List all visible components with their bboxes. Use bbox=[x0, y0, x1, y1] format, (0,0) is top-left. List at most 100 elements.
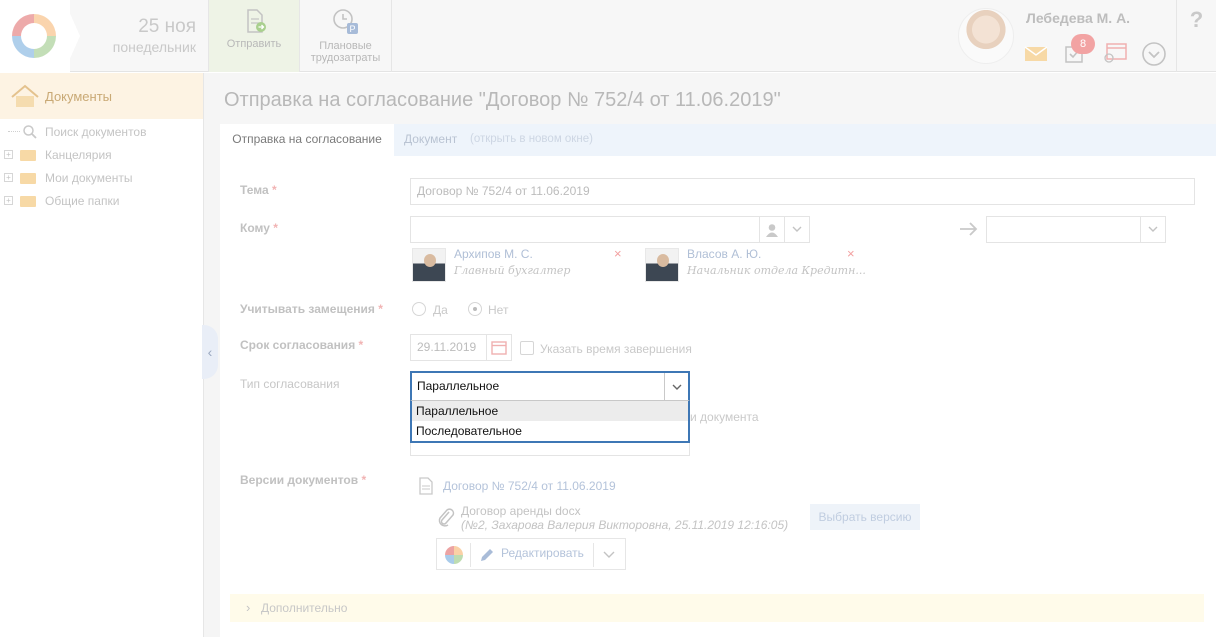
tree-item-label: Канцелярия bbox=[45, 148, 112, 162]
tree-item-my-documents[interactable]: + Мои документы bbox=[0, 169, 200, 192]
app-logo[interactable] bbox=[0, 0, 70, 72]
hidden-option-label[interactable]: и документа bbox=[690, 410, 759, 424]
additional-section[interactable]: › Дополнительно bbox=[230, 594, 1204, 622]
send-doc-icon bbox=[247, 9, 266, 33]
separator bbox=[593, 543, 594, 567]
recipient-dropdown-button[interactable] bbox=[784, 216, 810, 243]
attachment-name[interactable]: Договор аренды docx bbox=[461, 504, 581, 518]
yes-label[interactable]: Да bbox=[433, 303, 448, 317]
subject-label-text: Тема bbox=[240, 183, 269, 197]
recipient-name[interactable]: Власов А. Ю. bbox=[687, 247, 761, 261]
folder-icon bbox=[20, 173, 36, 184]
option-sequential[interactable]: Последовательное bbox=[412, 421, 688, 441]
substitutions-label-text: Учитывать замещения bbox=[240, 302, 375, 316]
expand-icon[interactable]: + bbox=[4, 196, 13, 205]
logo-notch bbox=[64, 0, 80, 72]
planned-effort-button[interactable]: P Плановые трудозатраты bbox=[300, 0, 392, 72]
remove-recipient-icon[interactable]: × bbox=[847, 246, 855, 261]
user-name[interactable]: Лебедева М. А. bbox=[1026, 10, 1130, 26]
specify-time-checkbox[interactable] bbox=[520, 341, 534, 355]
chevron-down-icon[interactable] bbox=[603, 551, 615, 559]
folder-icon bbox=[20, 196, 36, 207]
svg-text:P: P bbox=[349, 24, 355, 34]
approval-type-dropdown-button[interactable] bbox=[664, 373, 688, 400]
route-select[interactable] bbox=[986, 216, 1166, 243]
substitutions-no-radio[interactable] bbox=[468, 302, 482, 316]
plan-label-2: трудозатраты bbox=[310, 52, 381, 64]
arrow-right-icon bbox=[960, 222, 978, 236]
select-user-button[interactable] bbox=[759, 216, 785, 243]
attachment-meta: (№2, Захарова Валерия Викторовна, 25.11.… bbox=[461, 518, 789, 532]
pencil-icon bbox=[481, 549, 493, 561]
deadline-date-input[interactable]: 29.11.2019 bbox=[410, 334, 490, 361]
deadline-label-text: Срок согласования bbox=[240, 338, 356, 352]
tabs: Отправка на согласование Документ (откры… bbox=[220, 124, 1216, 156]
tree-item-label: Мои документы bbox=[45, 171, 133, 185]
substitutions-label: Учитывать замещения * bbox=[240, 302, 383, 316]
tree-item-office[interactable]: + Канцелярия bbox=[0, 146, 200, 169]
approval-type-options: Параллельное Последовательное bbox=[410, 400, 690, 443]
choose-version-button[interactable]: Выбрать версию bbox=[810, 504, 920, 530]
tab-send-for-approval[interactable]: Отправка на согласование bbox=[220, 124, 394, 156]
user-avatar[interactable] bbox=[958, 8, 1014, 64]
chevron-right-icon: › bbox=[246, 600, 251, 615]
remove-recipient-icon[interactable]: × bbox=[614, 246, 622, 261]
required-mark: * bbox=[361, 473, 367, 487]
to-label: Кому * bbox=[240, 221, 278, 235]
expand-icon[interactable]: + bbox=[4, 150, 13, 159]
send-button[interactable]: Отправить bbox=[208, 0, 300, 72]
document-version-link[interactable]: Договор № 752/4 от 11.06.2019 bbox=[443, 479, 616, 493]
chevron-down-icon bbox=[672, 384, 681, 390]
versions-label: Версии документов * bbox=[240, 473, 366, 487]
date-picker-button[interactable] bbox=[486, 334, 512, 361]
no-label[interactable]: Нет bbox=[488, 303, 508, 317]
tree-item-label: Поиск документов bbox=[45, 125, 147, 139]
tab-document[interactable]: Документ bbox=[404, 124, 457, 156]
sidebar-documents[interactable]: Документы bbox=[0, 73, 203, 119]
document-icon bbox=[419, 477, 433, 495]
user-icon bbox=[766, 224, 778, 237]
route-dropdown-button[interactable] bbox=[1140, 216, 1166, 243]
collapse-sidebar-button[interactable]: ‹ bbox=[202, 325, 218, 379]
help-button[interactable]: ? bbox=[1176, 0, 1216, 72]
avatar bbox=[412, 248, 446, 282]
send-label: Отправить bbox=[226, 38, 282, 50]
versions-label-text: Версии документов bbox=[240, 473, 359, 487]
chevron-down-icon[interactable] bbox=[1141, 41, 1167, 67]
calendar-icon[interactable] bbox=[1102, 42, 1128, 64]
subject-input[interactable]: Договор № 752/4 от 11.06.2019 bbox=[410, 178, 1195, 205]
specify-time-label[interactable]: Указать время завершения bbox=[540, 342, 692, 356]
to-label-text: Кому bbox=[240, 221, 270, 235]
approval-type-select[interactable]: Параллельное bbox=[410, 371, 690, 402]
recipient-input[interactable] bbox=[410, 216, 760, 243]
required-mark: * bbox=[271, 183, 277, 197]
required-mark: * bbox=[358, 338, 364, 352]
recipient-position: Начальник отдела Кредитн... bbox=[687, 264, 866, 277]
chevron-left-icon: ‹ bbox=[207, 344, 213, 360]
required-mark: * bbox=[273, 221, 278, 235]
mail-icon[interactable] bbox=[1024, 46, 1048, 62]
edit-button-group: Редактировать bbox=[436, 538, 626, 570]
recipient-name[interactable]: Архипов М. С. bbox=[454, 247, 533, 261]
separator bbox=[470, 543, 471, 567]
tree-item-label: Общие папки bbox=[45, 194, 120, 208]
plan-label-1: Плановые bbox=[319, 40, 372, 52]
expand-icon[interactable]: + bbox=[4, 173, 13, 182]
tree-item-search[interactable]: Поиск документов bbox=[0, 123, 200, 146]
tree-item-shared-folders[interactable]: + Общие папки bbox=[0, 192, 200, 215]
current-date: 25 ноя понедельник bbox=[90, 16, 196, 56]
open-in-new-window-link[interactable]: (открыть в новом окне) bbox=[470, 124, 593, 156]
tasks-badge: 8 bbox=[1071, 34, 1095, 54]
app-edit-icon[interactable] bbox=[445, 546, 463, 564]
sidebar-title: Документы bbox=[45, 89, 113, 104]
recipient-card: Власов А. Ю. Начальник отдела Кредитн...… bbox=[645, 246, 866, 282]
edit-button[interactable]: Редактировать bbox=[501, 546, 584, 560]
required-mark: * bbox=[378, 302, 383, 316]
option-parallel[interactable]: Параллельное bbox=[412, 401, 688, 421]
calendar-icon bbox=[491, 341, 507, 355]
recipient-card: Архипов М. С. Главный бухгалтер × bbox=[412, 246, 627, 282]
search-icon bbox=[23, 125, 37, 139]
folder-icon bbox=[20, 150, 36, 161]
substitutions-yes-radio[interactable] bbox=[412, 302, 426, 316]
tree-line bbox=[8, 131, 20, 132]
